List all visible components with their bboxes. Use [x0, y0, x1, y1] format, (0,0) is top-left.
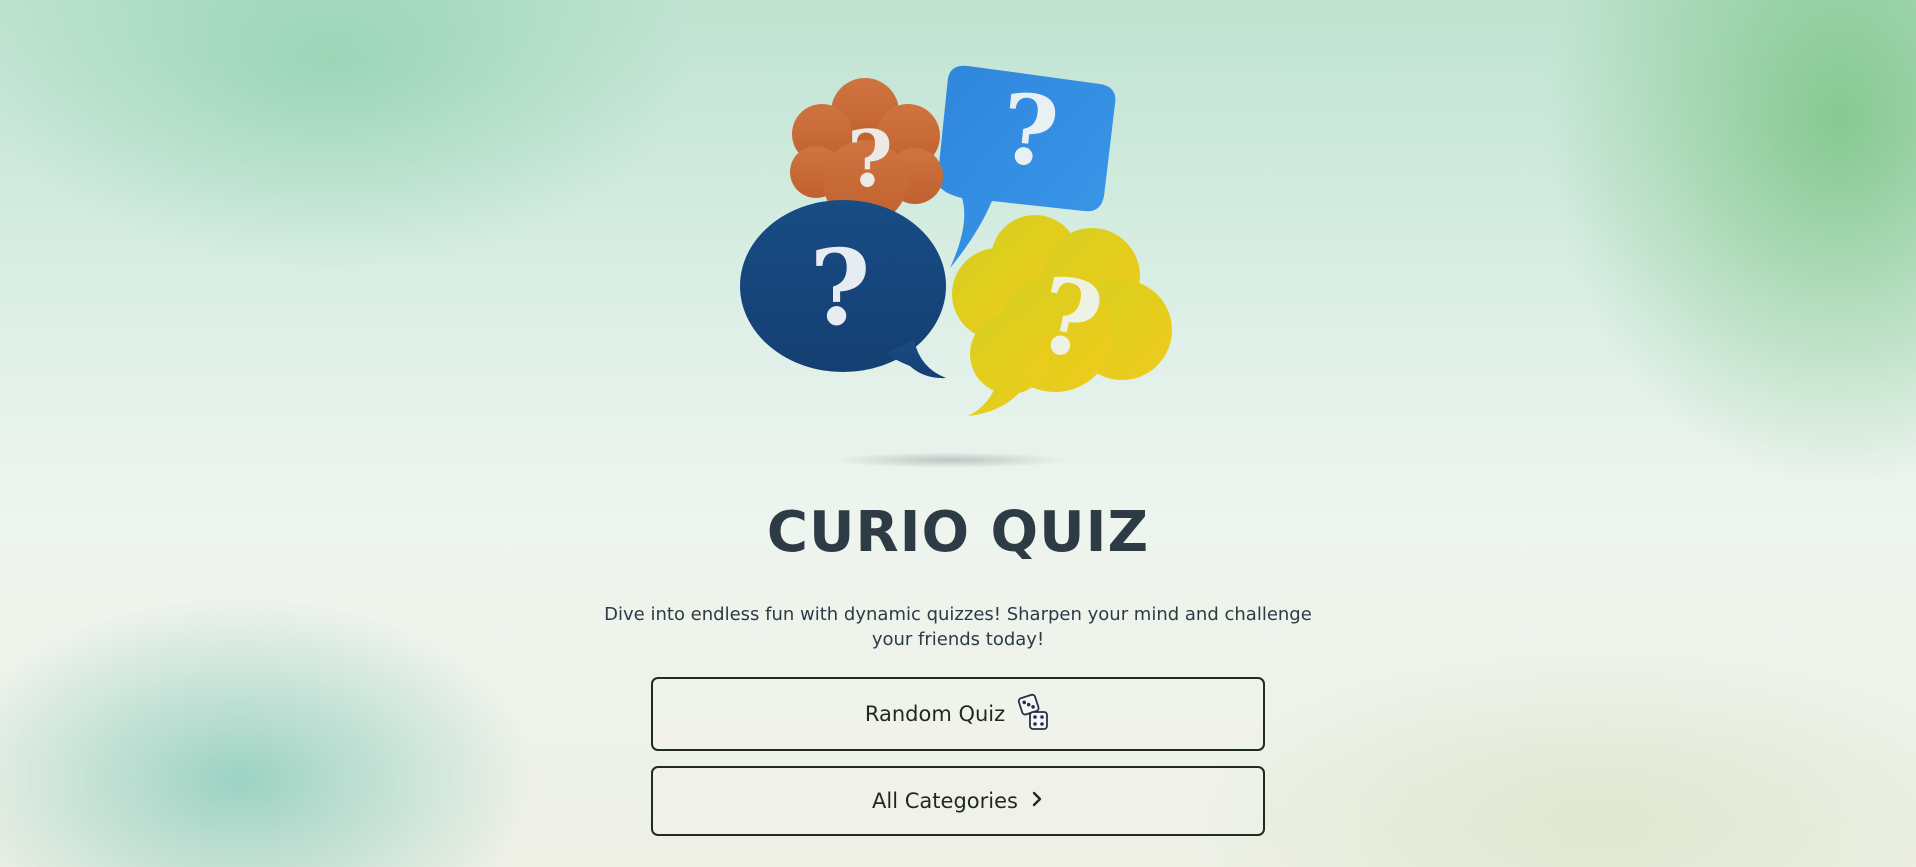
- logo-shadow: [830, 452, 1070, 468]
- tagline: Dive into endless fun with dynamic quizz…: [604, 604, 1312, 650]
- all-categories-label: All Categories: [872, 789, 1018, 813]
- dice-icon: [1017, 692, 1051, 737]
- yellow-bubble: ?: [952, 215, 1172, 416]
- question-bubbles-icon: ? ? ? ?: [740, 65, 1172, 416]
- home-hero: ? ? ? ? CURIO QUIZ Dive into endless fun…: [0, 0, 1916, 867]
- navy-bubble: ?: [740, 200, 946, 379]
- svg-text:?: ?: [996, 72, 1064, 190]
- random-quiz-label: Random Quiz: [864, 702, 1006, 726]
- all-categories-button[interactable]: All Categories: [651, 766, 1265, 836]
- page-title: CURIO QUIZ: [766, 500, 1150, 565]
- svg-text:?: ?: [847, 114, 893, 205]
- svg-text:?: ?: [810, 226, 871, 349]
- chevron-right-icon: [1030, 789, 1044, 813]
- random-quiz-button[interactable]: Random Quiz: [651, 677, 1265, 751]
